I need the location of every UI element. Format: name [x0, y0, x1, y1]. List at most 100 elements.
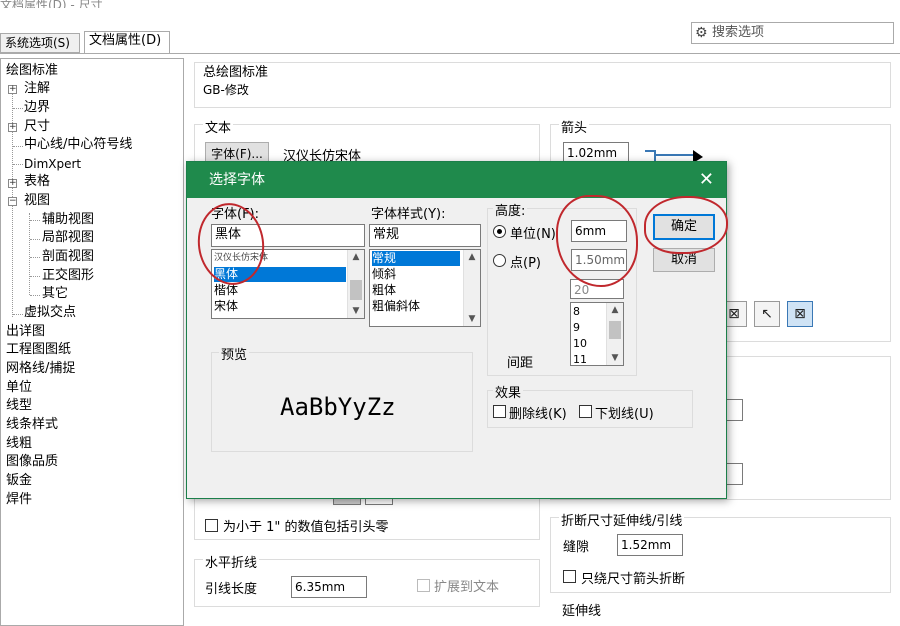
scroll-up-icon[interactable]: ▲ [464, 250, 480, 264]
point-size-list[interactable]: 8 9 10 11 ▲ ▼ [570, 302, 624, 366]
point-list-item[interactable]: 8 [573, 304, 580, 319]
preview-label: 预览 [219, 344, 250, 363]
gear-icon: ⚙ [695, 25, 708, 41]
options-tree[interactable]: 绘图标准 + 注解 边界 + 尺寸 中心线/中心符号线 DimXpert + 表… [0, 58, 184, 626]
font-style-label: 字体样式(Y): [371, 207, 446, 222]
units-radio[interactable] [493, 225, 506, 238]
tab-divider [0, 53, 900, 54]
gap-label: 缝隙 [563, 540, 590, 555]
style-list-item[interactable]: 粗体 [372, 283, 396, 298]
dialog-title: 选择字体 [187, 162, 726, 198]
leading-zero-label: 为小于 1" 的数值包括引头零 [223, 520, 389, 535]
font-list-scrollbar[interactable]: ▲ ▼ [347, 250, 364, 318]
break-only-checkbox[interactable] [563, 570, 576, 583]
tree-item-units[interactable]: 单位 [6, 379, 32, 397]
expand-icon[interactable]: + [8, 179, 17, 188]
overall-standard-label: 总绘图标准 [203, 65, 269, 80]
tree-item-dimensions[interactable]: 尺寸 [24, 118, 50, 136]
tree-item-tables[interactable]: 表格 [24, 173, 50, 191]
leading-zero-checkbox[interactable] [205, 519, 218, 532]
strikeout-checkbox[interactable] [493, 405, 506, 418]
style-list-item[interactable]: 粗偏斜体 [372, 299, 420, 314]
units-label: 单位(N) [510, 227, 556, 242]
tree-item-virtual-sharps[interactable]: 虚拟交点 [24, 304, 76, 322]
font-list-item[interactable]: 宋体 [214, 299, 238, 314]
point-list-item[interactable]: 10 [573, 336, 587, 351]
strikeout-label: 删除线(K) [509, 407, 567, 422]
tab-system-options[interactable]: 系统选项(S) [0, 33, 80, 53]
scroll-down-icon[interactable]: ▼ [348, 304, 364, 318]
preview-sample-text: AaBbYyZz [280, 393, 396, 421]
text-group-label: 文本 [203, 117, 234, 136]
points-label: 点(P) [510, 256, 541, 271]
tree-item-views[interactable]: 视图 [24, 192, 50, 210]
arrow-style-icon[interactable]: ↖ [754, 301, 780, 327]
scroll-up-icon[interactable]: ▲ [348, 250, 364, 264]
close-icon[interactable]: ✕ [699, 162, 714, 198]
effects-label: 效果 [493, 382, 524, 401]
bent-leader-label: 水平折线 [203, 552, 260, 571]
style-list-item-selected[interactable]: 常规 [372, 251, 460, 266]
tree-item-centerlines[interactable]: 中心线/中心符号线 [24, 136, 132, 154]
points-radio[interactable] [493, 254, 506, 267]
overall-standard-group: 总绘图标准 GB-修改 [194, 62, 891, 108]
tree-item-ortho-view[interactable]: 正交图形 [42, 267, 94, 285]
extend-to-text-checkbox[interactable] [417, 579, 430, 592]
style-list-item[interactable]: 倾斜 [372, 267, 396, 282]
spacing-label: 间距 [507, 356, 534, 371]
tree-item-other[interactable]: 其它 [42, 285, 68, 303]
tree-item-detail-view[interactable]: 局部视图 [42, 229, 94, 247]
extend-to-text-label: 扩展到文本 [434, 580, 500, 595]
font-style-input[interactable]: 常规 [369, 224, 481, 247]
leader-length-label: 引线长度 [205, 582, 258, 597]
scroll-thumb[interactable] [350, 280, 362, 300]
search-placeholder: 搜索选项 [712, 25, 765, 40]
collapse-icon[interactable]: − [8, 197, 17, 206]
expand-icon[interactable]: + [8, 123, 17, 132]
ext-lines-label: 延伸线 [560, 600, 604, 619]
tree-item-dimxpert[interactable]: DimXpert [24, 155, 81, 173]
style-list-scrollbar[interactable]: ▲ ▼ [463, 250, 480, 326]
tree-item-aux-view[interactable]: 辅助视图 [42, 211, 94, 229]
height-label: 高度: [493, 200, 528, 219]
tree-item-borders[interactable]: 边界 [24, 99, 50, 117]
font-style-list[interactable]: 常规 倾斜 粗体 粗偏斜体 ▲ ▼ [369, 249, 481, 327]
break-group-label: 折断尺寸延伸线/引线 [559, 510, 685, 529]
arrows-group-label: 箭头 [559, 117, 590, 136]
point-list-item[interactable]: 9 [573, 320, 580, 335]
point-list-scrollbar[interactable]: ▲ ▼ [606, 303, 623, 365]
font-list-item[interactable]: 楷体 [214, 283, 238, 298]
overall-standard-value: GB-修改 [203, 83, 249, 97]
window-title: 文档属性(D) - 尺寸 [0, 0, 103, 8]
annotation-circle [644, 196, 728, 254]
tree-item-grid-snap[interactable]: 网格线/捕捉 [6, 360, 75, 378]
tree-item-drawing-sheets[interactable]: 工程图图纸 [6, 341, 71, 359]
tree-item-drafting-standard[interactable]: 绘图标准 [6, 62, 58, 80]
tree-item-sheet-metal[interactable]: 钣金 [6, 472, 32, 490]
gap-field[interactable]: 1.52mm [617, 534, 683, 556]
underline-checkbox[interactable] [579, 405, 592, 418]
leader-length-field[interactable]: 6.35mm [291, 576, 367, 598]
expand-icon[interactable]: + [8, 85, 17, 94]
tree-item-line-thickness[interactable]: 线粗 [6, 435, 32, 453]
break-group: 折断尺寸延伸线/引线 缝隙 1.52mm 只绕尺寸箭头折断 [550, 510, 891, 593]
arrow-style-icon[interactable]: ⊠ [787, 301, 813, 327]
tree-item-image-quality[interactable]: 图像品质 [6, 453, 58, 471]
scroll-down-icon[interactable]: ▼ [607, 351, 623, 365]
tree-item-detailing[interactable]: 出详图 [6, 323, 45, 341]
tree-item-section-view[interactable]: 剖面视图 [42, 248, 94, 266]
tree-item-weldments[interactable]: 焊件 [6, 491, 32, 509]
bent-leader-group: 水平折线 引线长度 6.35mm 扩展到文本 [194, 552, 540, 607]
scroll-up-icon[interactable]: ▲ [607, 303, 623, 317]
tab-document-properties[interactable]: 文档属性(D) [84, 31, 170, 53]
search-options-input[interactable]: ⚙ 搜索选项 [691, 22, 894, 44]
tree-item-line-font[interactable]: 线型 [6, 397, 32, 415]
break-only-label: 只绕尺寸箭头折断 [581, 572, 686, 587]
select-font-dialog[interactable]: 选择字体 ✕ 字体(F): 黑体 汉仪长仿宋体 黑体 楷体 宋体 ▲ ▼ 字体样… [186, 161, 727, 499]
tree-item-line-style[interactable]: 线条样式 [6, 416, 58, 434]
scroll-down-icon[interactable]: ▼ [464, 312, 480, 326]
point-list-item[interactable]: 11 [573, 352, 587, 365]
underline-label: 下划线(U) [595, 407, 654, 422]
scroll-thumb[interactable] [609, 321, 621, 339]
tree-item-annotations[interactable]: 注解 [24, 80, 50, 98]
